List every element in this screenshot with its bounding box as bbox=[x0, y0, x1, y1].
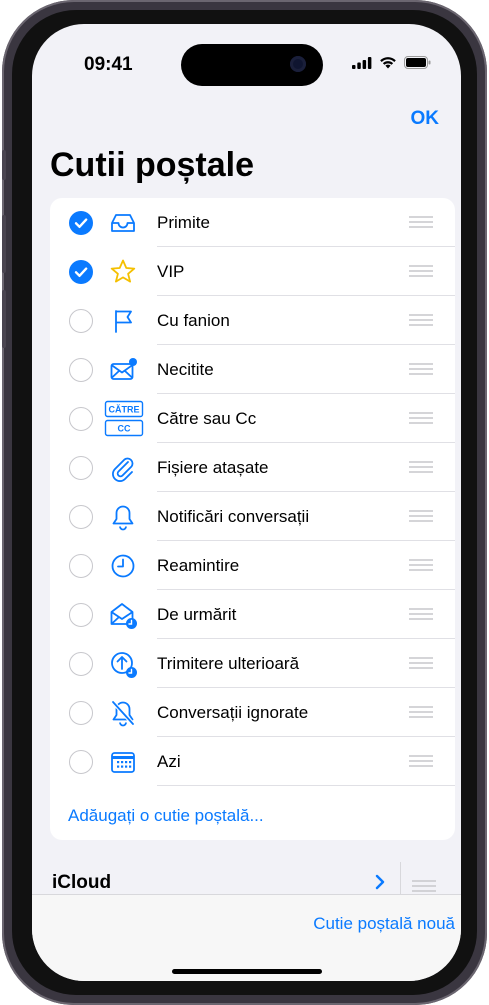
reorder-handle-icon[interactable] bbox=[409, 608, 433, 620]
calendar-icon bbox=[111, 752, 135, 773]
tray-icon bbox=[111, 214, 135, 232]
status-bar: 09:41 bbox=[32, 24, 461, 88]
unread-envelope-icon bbox=[110, 358, 137, 380]
reorder-handle-icon[interactable] bbox=[409, 706, 433, 718]
mailbox-label: Conversații ignorate bbox=[157, 703, 309, 722]
muted-bell-icon bbox=[111, 700, 135, 727]
mailbox-row-primite[interactable]: Primite bbox=[50, 198, 455, 247]
account-header-icloud[interactable]: iCloud bbox=[52, 872, 111, 894]
checkbox-unchecked[interactable] bbox=[69, 701, 93, 725]
mailbox-row-reamintire[interactable]: Reamintire bbox=[50, 541, 455, 590]
system-icons bbox=[352, 56, 431, 69]
follow-up-icon bbox=[110, 603, 137, 629]
reorder-handle-icon[interactable] bbox=[409, 510, 433, 522]
mailbox-label: Necitite bbox=[157, 360, 214, 379]
checkbox-unchecked[interactable] bbox=[69, 603, 93, 627]
bottom-toolbar bbox=[32, 894, 461, 981]
wifi-icon bbox=[380, 57, 396, 69]
reorder-handle-icon[interactable] bbox=[409, 755, 433, 767]
home-indicator[interactable] bbox=[172, 969, 322, 974]
checkbox-checked[interactable] bbox=[69, 211, 93, 235]
reorder-handle-icon[interactable] bbox=[409, 657, 433, 669]
reorder-handle-icon[interactable] bbox=[409, 559, 433, 571]
clock-icon bbox=[111, 554, 135, 578]
account-divider bbox=[400, 862, 401, 898]
mailbox-label: Trimitere ulterioară bbox=[157, 654, 300, 673]
page-title: Cutii poștale bbox=[50, 146, 255, 184]
mailbox-label: Notificări conversații bbox=[157, 507, 310, 526]
mailbox-row-fisiere-atasate[interactable]: Fișiere atașate bbox=[50, 443, 455, 492]
mailbox-label: Azi bbox=[157, 752, 181, 771]
battery-icon bbox=[404, 56, 431, 69]
mailbox-label: Către sau Cc bbox=[157, 409, 257, 428]
checkbox-unchecked[interactable] bbox=[69, 358, 93, 382]
star-icon bbox=[110, 259, 136, 283]
mailbox-row-cu-fanion[interactable]: Cu fanion bbox=[50, 296, 455, 345]
volume-down-button bbox=[2, 290, 6, 348]
done-button[interactable]: OK bbox=[411, 108, 440, 130]
add-mailbox-link[interactable]: Adăugați o cutie poștală... bbox=[68, 806, 264, 826]
checkbox-unchecked[interactable] bbox=[69, 456, 93, 480]
mailbox-list: Primite VIP Cu fanion Necitite CĂTRE CC … bbox=[50, 198, 455, 840]
mailbox-row-notificari[interactable]: Notificări conversații bbox=[50, 492, 455, 541]
to-label: CĂTRE bbox=[109, 405, 140, 415]
mailbox-row-azi[interactable]: Azi bbox=[50, 737, 455, 786]
mailbox-row-trimitere-ulterioara[interactable]: Trimitere ulterioară bbox=[50, 639, 455, 688]
action-button bbox=[2, 150, 6, 180]
reorder-handle-icon[interactable] bbox=[409, 314, 433, 326]
mailbox-label: Reamintire bbox=[157, 556, 240, 575]
mailbox-label: De urmărit bbox=[157, 605, 237, 624]
row-separator bbox=[157, 785, 455, 786]
reorder-handle-icon[interactable] bbox=[409, 363, 433, 375]
to-cc-icon: CĂTRE CC bbox=[104, 400, 144, 437]
reorder-handle-icon[interactable] bbox=[409, 265, 433, 277]
phone-frame: 09:41 OK Cutii poștale Primite VIP Cu fa… bbox=[2, 0, 487, 1005]
new-mailbox-button[interactable]: Cutie poștală nouă bbox=[313, 914, 455, 934]
volume-up-button bbox=[2, 215, 6, 273]
send-later-icon bbox=[111, 652, 137, 678]
checkbox-checked[interactable] bbox=[69, 260, 93, 284]
mailbox-label: Primite bbox=[157, 213, 210, 232]
flag-icon bbox=[115, 310, 132, 333]
reorder-handle-icon[interactable] bbox=[412, 880, 436, 892]
camera-icon bbox=[290, 56, 306, 72]
mailbox-row-conversatii-ignorate[interactable]: Conversații ignorate bbox=[50, 688, 455, 737]
checkbox-unchecked[interactable] bbox=[69, 750, 93, 774]
chevron-right-icon[interactable] bbox=[375, 874, 385, 890]
cc-label: CC bbox=[118, 424, 131, 434]
reorder-handle-icon[interactable] bbox=[409, 412, 433, 424]
checkbox-unchecked[interactable] bbox=[69, 309, 93, 333]
checkbox-unchecked[interactable] bbox=[69, 554, 93, 578]
mailbox-row-catre-sau-cc[interactable]: CĂTRE CC Către sau Cc bbox=[50, 394, 455, 443]
status-time: 09:41 bbox=[84, 54, 133, 75]
mailbox-row-de-urmarit[interactable]: De urmărit bbox=[50, 590, 455, 639]
checkbox-unchecked[interactable] bbox=[69, 505, 93, 529]
mailbox-label: Fișiere atașate bbox=[157, 458, 269, 477]
mailbox-row-necitite[interactable]: Necitite bbox=[50, 345, 455, 394]
checkbox-unchecked[interactable] bbox=[69, 652, 93, 676]
screen: 09:41 OK Cutii poștale Primite VIP Cu fa… bbox=[32, 24, 461, 981]
paperclip-icon bbox=[112, 457, 134, 482]
mailbox-row-vip[interactable]: VIP bbox=[50, 247, 455, 296]
reorder-handle-icon[interactable] bbox=[409, 216, 433, 228]
checkbox-unchecked[interactable] bbox=[69, 407, 93, 431]
signal-icon bbox=[352, 56, 372, 69]
mailbox-label: VIP bbox=[157, 262, 185, 281]
bell-icon bbox=[112, 505, 134, 531]
mailbox-label: Cu fanion bbox=[157, 311, 230, 330]
reorder-handle-icon[interactable] bbox=[409, 461, 433, 473]
